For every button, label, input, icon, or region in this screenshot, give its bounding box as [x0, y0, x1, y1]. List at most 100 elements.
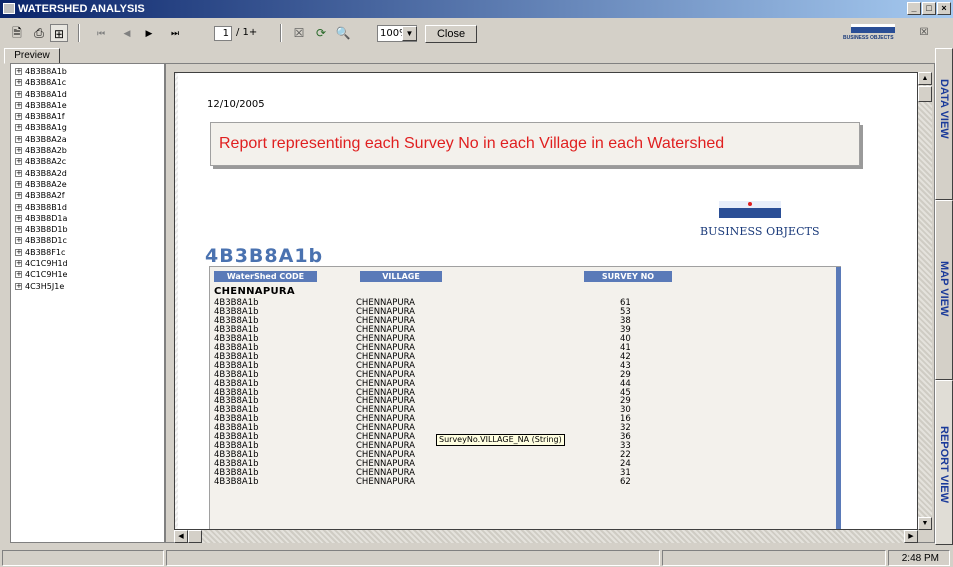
tree-item[interactable]: +4B3B8D1b: [11, 224, 164, 235]
expand-icon[interactable]: +: [15, 124, 22, 132]
tree-item[interactable]: +4B3B8A2d: [11, 168, 164, 179]
tree-item-label: 4B3B8D1b: [25, 225, 68, 235]
close-icon[interactable]: ☒: [917, 26, 931, 40]
next-page-icon[interactable]: ▶: [140, 24, 158, 42]
page-total: / 1+: [236, 27, 258, 38]
expand-icon[interactable]: +: [15, 113, 22, 121]
expand-icon[interactable]: +: [15, 260, 22, 268]
tree-item[interactable]: +4B3B8B1d: [11, 202, 164, 213]
scroll-up-icon[interactable]: ▲: [918, 72, 932, 85]
group-tree-icon[interactable]: ⊞: [50, 24, 68, 42]
tree-item-label: 4C3H5J1e: [25, 281, 65, 291]
tab-report-view[interactable]: REPORT VIEW: [935, 380, 953, 545]
horizontal-scrollbar[interactable]: ◀ ▶: [174, 530, 918, 543]
expand-icon[interactable]: +: [15, 101, 22, 109]
tab-map-view[interactable]: MAP VIEW: [935, 200, 953, 380]
expand-icon[interactable]: +: [15, 237, 22, 245]
expand-icon[interactable]: +: [15, 203, 22, 211]
tree-item-label: 4B3B8A2e: [25, 179, 67, 189]
tree-item[interactable]: +4B3B8A1f: [11, 111, 164, 122]
expand-icon[interactable]: +: [15, 147, 22, 155]
tree-item-label: 4B3B8F1c: [25, 247, 66, 257]
column-header-village[interactable]: VILLAGE: [360, 271, 442, 282]
tree-item[interactable]: +4B3B8A1c: [11, 77, 164, 88]
expand-icon[interactable]: +: [15, 226, 22, 234]
export-icon[interactable]: 🗎: [8, 24, 26, 42]
village-group-header: CHENNAPURA: [214, 286, 295, 297]
report-viewer: 12/10/2005 Report representing each Surv…: [165, 63, 935, 543]
expand-icon[interactable]: +: [15, 180, 22, 188]
tree-item[interactable]: +4C1C9H1e: [11, 269, 164, 280]
previous-page-icon[interactable]: ◀: [118, 24, 136, 42]
maximize-button[interactable]: □: [922, 2, 936, 15]
close-window-button[interactable]: ×: [937, 2, 951, 15]
report-title: Report representing each Survey No in ea…: [219, 135, 725, 152]
tree-item[interactable]: +4B3B8D1c: [11, 235, 164, 246]
group-tree: +4B3B8A1b +4B3B8A1c +4B3B8A1d +4B3B8A1e +4B3…: [10, 63, 165, 543]
horizontal-scroll-thumb[interactable]: [188, 530, 202, 543]
status-time: 2:48 PM: [901, 553, 939, 564]
tree-item[interactable]: +4B3B8A2e: [11, 179, 164, 190]
tree-item[interactable]: +4C1C9H1d: [11, 258, 164, 269]
expand-icon[interactable]: +: [15, 68, 22, 75]
scroll-down-icon[interactable]: ▼: [918, 517, 932, 530]
expand-icon[interactable]: +: [15, 214, 22, 222]
tree-item-label: 4B3B8A1f: [25, 112, 65, 122]
scroll-right-icon[interactable]: ▶: [904, 530, 918, 543]
tooltip: SurveyNo.VILLAGE_NA (String): [436, 434, 565, 446]
report-title-box: Report representing each Survey No in ea…: [210, 122, 860, 166]
search-icon[interactable]: 🔍: [334, 24, 352, 42]
tree-item[interactable]: +4C3H5J1e: [11, 281, 164, 292]
print-icon[interactable]: ⎙: [30, 24, 48, 42]
tree-item[interactable]: +4B3B8D1a: [11, 213, 164, 224]
expand-icon[interactable]: +: [15, 248, 22, 256]
tree-item-label: 4B3B8D1c: [25, 236, 67, 246]
table-cell: 4B3B8A1b: [214, 477, 259, 487]
tree-item[interactable]: +4B3B8A1e: [11, 100, 164, 111]
expand-icon[interactable]: +: [15, 192, 22, 200]
scroll-left-icon[interactable]: ◀: [174, 530, 188, 543]
tree-item-label: 4B3B8A2d: [25, 168, 67, 178]
column-header-watershed[interactable]: WaterShed CODE: [214, 271, 317, 282]
report-table: WaterShed CODE VILLAGE SURVEY NO CHENNAP…: [209, 266, 841, 529]
expand-icon[interactable]: +: [15, 135, 22, 143]
vertical-scrollbar[interactable]: ▲ ▼: [918, 72, 932, 530]
minimize-button[interactable]: _: [907, 2, 921, 15]
table-cell: CHENNAPURA: [356, 477, 415, 487]
column-header-survey[interactable]: SURVEY NO: [584, 271, 672, 282]
expand-icon[interactable]: +: [15, 282, 22, 290]
tree-item[interactable]: +4B3B8F1c: [11, 247, 164, 258]
tab-data-view[interactable]: DATA VIEW: [935, 48, 953, 200]
refresh-icon[interactable]: ⟳: [312, 24, 330, 42]
expand-icon[interactable]: +: [15, 271, 22, 279]
last-page-icon[interactable]: ⏭: [166, 24, 184, 42]
tree-item[interactable]: +4B3B8A2a: [11, 134, 164, 145]
tree-item[interactable]: +4B3B8A1g: [11, 122, 164, 133]
tree-item[interactable]: +4B3B8A1b: [11, 66, 164, 77]
table-cell: 62: [620, 477, 631, 487]
expand-icon[interactable]: +: [15, 158, 22, 166]
tree-item[interactable]: +4B3B8A2b: [11, 145, 164, 156]
status-panel: [166, 550, 660, 566]
close-button[interactable]: Close: [425, 25, 477, 43]
first-page-icon[interactable]: ⏮: [92, 24, 110, 42]
tree-item-label: 4B3B8A2b: [25, 146, 67, 156]
report-page: 12/10/2005 Report representing each Surv…: [178, 73, 917, 529]
tree-item-label: 4C1C9H1d: [25, 259, 68, 269]
status-bar: 2:48 PM: [0, 548, 953, 567]
vertical-scroll-thumb[interactable]: [918, 86, 932, 102]
window-title: WATERSHED ANALYSIS: [18, 3, 145, 15]
page-number-input[interactable]: 1: [214, 26, 232, 41]
stop-icon[interactable]: ☒: [290, 24, 308, 42]
tree-item[interactable]: +4B3B8A2c: [11, 156, 164, 167]
tab-preview[interactable]: Preview: [4, 48, 60, 64]
expand-icon[interactable]: +: [15, 79, 22, 87]
app-icon: [3, 3, 15, 14]
expand-icon[interactable]: +: [15, 169, 22, 177]
expand-icon[interactable]: +: [15, 90, 22, 98]
tree-item[interactable]: +4B3B8A2f: [11, 190, 164, 201]
chevron-down-icon[interactable]: ▼: [402, 26, 417, 41]
toolbar: 🗎 ⎙ ⊞ ⏮ ◀ ▶ ⏭ 1 / 1+ ☒ ⟳ 🔍 100% ▼ Close …: [0, 18, 953, 48]
tree-item[interactable]: +4B3B8A1d: [11, 89, 164, 100]
tree-item-label: 4B3B8A2c: [25, 157, 67, 167]
